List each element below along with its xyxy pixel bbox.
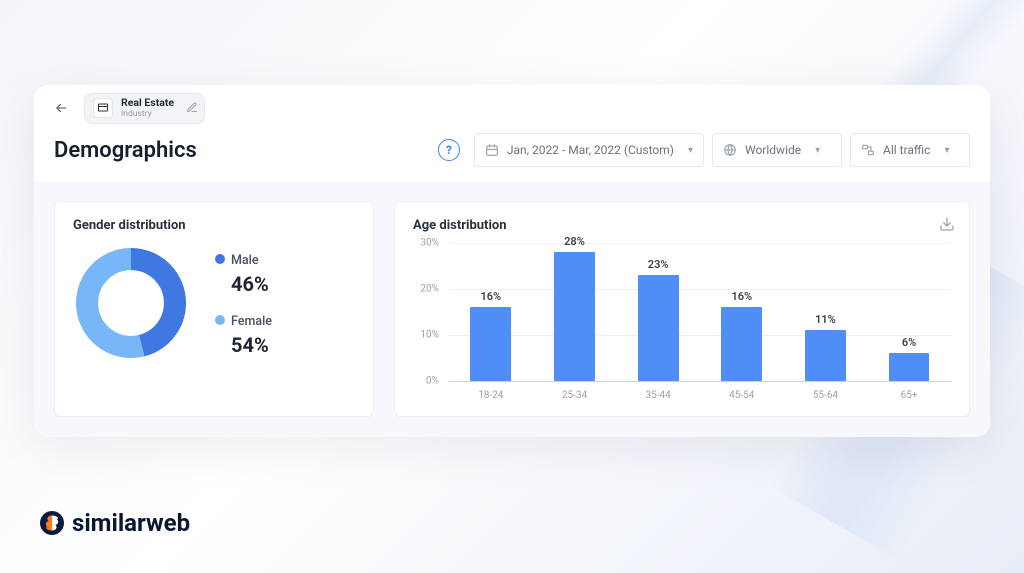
male-value: 46% (231, 272, 272, 296)
bar-column: 11% (790, 313, 860, 381)
traffic-picker[interactable]: All traffic ▾ (850, 133, 970, 167)
bar-column: 23% (623, 258, 693, 381)
bar (889, 353, 930, 381)
industry-chip-title: Real Estate (121, 98, 174, 109)
traffic-icon (861, 143, 875, 157)
bar-value-label: 16% (731, 290, 752, 303)
pencil-icon (186, 102, 198, 114)
y-tick: 0% (426, 376, 439, 387)
calendar-icon (485, 143, 499, 157)
bar (638, 275, 679, 381)
download-icon (939, 216, 955, 232)
chevron-down-icon: ▾ (688, 145, 693, 156)
legend-male: Male 46% (215, 249, 272, 296)
region-label: Worldwide (745, 143, 801, 157)
x-tick-label: 45-54 (707, 390, 777, 401)
bar (805, 330, 846, 381)
arrow-left-icon (54, 101, 68, 115)
x-tick-label: 65+ (874, 390, 944, 401)
browser-icon (97, 102, 109, 114)
date-range-picker[interactable]: Jan, 2022 - Mar, 2022 (Custom) ▾ (474, 133, 704, 167)
bar (470, 307, 511, 381)
gridline (449, 381, 951, 382)
x-axis-labels: 18-24 25-34 35-44 45-54 55-64 65+ (449, 390, 951, 401)
region-picker[interactable]: Worldwide ▾ (712, 133, 842, 167)
date-range-label: Jan, 2022 - Mar, 2022 (Custom) (507, 143, 674, 157)
help-button[interactable]: ? (438, 139, 460, 161)
header-controls: ? Jan, 2022 - Mar, 2022 (Custom) ▾ World… (438, 133, 970, 167)
x-tick-label: 25-34 (539, 390, 609, 401)
similarweb-logo-icon (43, 514, 61, 532)
bar-column: 28% (539, 235, 609, 381)
x-tick-label: 55-64 (790, 390, 860, 401)
age-distribution-card: Age distribution 0% 10% 20% 30% 16% 28% 23% 16… (394, 201, 970, 417)
gender-legend: Male 46% Female 54% (215, 249, 272, 357)
chevron-down-icon: ▾ (944, 145, 949, 156)
bar-column: 6% (874, 336, 944, 381)
gender-card-title: Gender distribution (73, 218, 355, 233)
y-tick: 30% (420, 238, 439, 249)
industry-chip-text: Real Estate Industry (121, 98, 174, 119)
x-tick-label: 18-24 (456, 390, 526, 401)
panel-body: Gender distribution Male 46% Female 54% (34, 181, 990, 437)
industry-icon (93, 98, 113, 118)
page-title: Demographics (54, 138, 197, 163)
y-tick: 20% (420, 284, 439, 295)
y-axis: 0%10%20%30% (413, 243, 445, 381)
bar-value-label: 6% (902, 336, 916, 349)
bars: 16%28%23%16%11%6% (449, 243, 951, 381)
female-label: Female (231, 314, 272, 329)
bar-column: 16% (456, 290, 526, 381)
male-dot (215, 254, 225, 264)
gender-card-body: Male 46% Female 54% (73, 233, 355, 361)
back-button[interactable] (48, 95, 74, 121)
edit-icon[interactable] (186, 99, 198, 118)
age-chart: 0%10%20%30% 16%28%23%16%11%6% 18-2425-34… (413, 243, 951, 401)
bar-value-label: 23% (648, 258, 669, 271)
female-value: 54% (231, 333, 272, 357)
gender-distribution-card: Gender distribution Male 46% Female 54% (54, 201, 374, 417)
male-label: Male (231, 253, 259, 268)
top-bar: Real Estate Industry (34, 85, 990, 125)
download-button[interactable] (939, 216, 955, 236)
bar-value-label: 11% (815, 313, 836, 326)
bar-value-label: 28% (564, 235, 585, 248)
brand-footer: similarweb (40, 509, 190, 537)
main-panel: Real Estate Industry Demographics ? Jan,… (34, 85, 990, 437)
industry-chip-sub: Industry (121, 110, 174, 119)
globe-icon (723, 143, 737, 157)
female-dot (215, 315, 225, 325)
bar-value-label: 16% (480, 290, 501, 303)
chevron-down-icon: ▾ (815, 145, 820, 156)
bar (721, 307, 762, 381)
industry-chip[interactable]: Real Estate Industry (84, 93, 205, 124)
brand-name: similarweb (72, 509, 190, 537)
header-row: Demographics ? Jan, 2022 - Mar, 2022 (Cu… (34, 125, 990, 181)
age-card-title: Age distribution (413, 218, 951, 233)
traffic-label: All traffic (883, 143, 930, 157)
legend-female: Female 54% (215, 310, 272, 357)
bar-column: 16% (707, 290, 777, 381)
brand-logo (40, 511, 64, 535)
bar (554, 252, 595, 381)
y-tick: 10% (420, 330, 439, 341)
x-tick-label: 35-44 (623, 390, 693, 401)
gender-donut-chart (73, 245, 189, 361)
